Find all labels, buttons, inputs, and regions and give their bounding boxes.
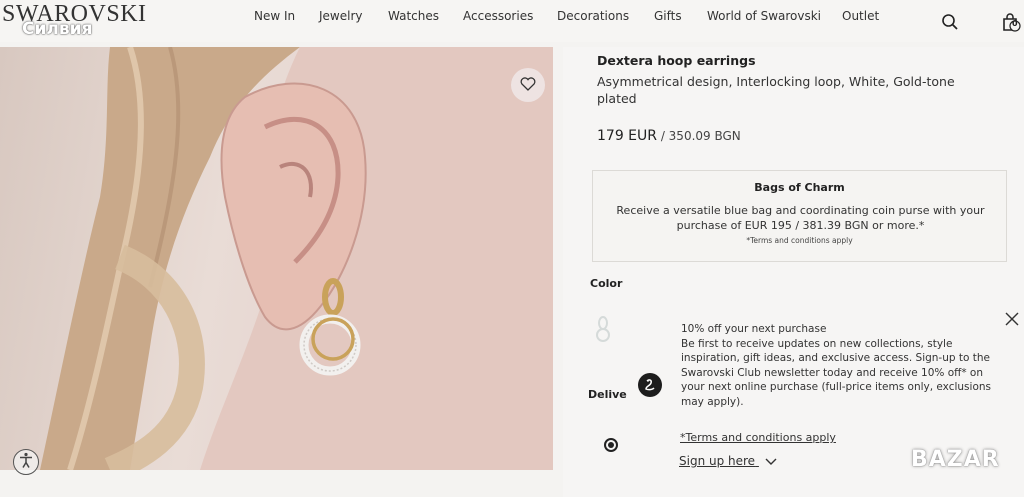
delivery-radio[interactable] — [604, 438, 618, 452]
newsletter-headline: 10% off your next purchase — [681, 323, 827, 335]
product-details-panel — [563, 47, 1024, 497]
accessibility-button[interactable] — [13, 449, 39, 475]
accessibility-icon — [17, 451, 35, 473]
signup-link-label: Sign up here — [679, 454, 756, 468]
nav-outlet[interactable]: Outlet — [842, 9, 879, 23]
nav-decorations[interactable]: Decorations — [557, 9, 629, 23]
close-icon[interactable] — [1004, 311, 1020, 327]
delivery-label: Delive — [588, 388, 627, 401]
signup-link[interactable]: Sign up here — [679, 454, 777, 469]
swan-icon — [638, 373, 662, 397]
heart-icon — [520, 76, 536, 95]
nav-accessories[interactable]: Accessories — [463, 9, 533, 23]
nav-world-of-swarovski[interactable]: World of Swarovski — [707, 9, 821, 23]
product-image[interactable] — [0, 47, 553, 470]
product-price: 179 EUR / 350.09 BGN — [597, 128, 741, 144]
price-eur: 179 EUR — [597, 128, 657, 144]
cart-count: 0 — [1012, 19, 1018, 28]
nav-gifts[interactable]: Gifts — [654, 9, 682, 23]
bag-icon[interactable]: 0 — [1001, 12, 1021, 36]
price-bgn: / 350.09 BGN — [657, 129, 741, 143]
bazar-watermark-logo: BAZAR — [911, 447, 1000, 472]
newsletter-popup: 10% off your next purchase Be first to r… — [681, 322, 1001, 409]
search-icon[interactable] — [941, 13, 959, 35]
wishlist-button[interactable] — [511, 68, 545, 102]
promo-title: Bags of Charm — [754, 181, 845, 194]
newsletter-body: Be first to receive updates on new colle… — [681, 337, 991, 408]
chevron-down-icon — [765, 455, 777, 469]
promo-text: Receive a versatile blue bag and coordin… — [616, 204, 985, 232]
nav-watches[interactable]: Watches — [388, 9, 439, 23]
product-title: Dexterа hoop earrings — [597, 53, 756, 68]
seller-watermark: Силвия — [22, 19, 93, 39]
nav-new-in[interactable]: New In — [254, 9, 295, 23]
color-swatch[interactable] — [596, 315, 610, 345]
newsletter-terms-link[interactable]: *Terms and conditions apply — [680, 431, 836, 444]
promo-box: Bags of Charm Receive a versatile blue b… — [592, 170, 1007, 262]
promo-terms-note[interactable]: *Terms and conditions apply — [593, 236, 1006, 245]
site-header: SWAROVSKI Силвия New In Jewelry Watches … — [0, 0, 1024, 42]
product-subtitle: Asymmetrical design, Interlocking loop, … — [597, 74, 955, 106]
color-label: Color — [590, 277, 623, 290]
model-ear-photo — [40, 47, 553, 470]
nav-jewelry[interactable]: Jewelry — [319, 9, 363, 23]
